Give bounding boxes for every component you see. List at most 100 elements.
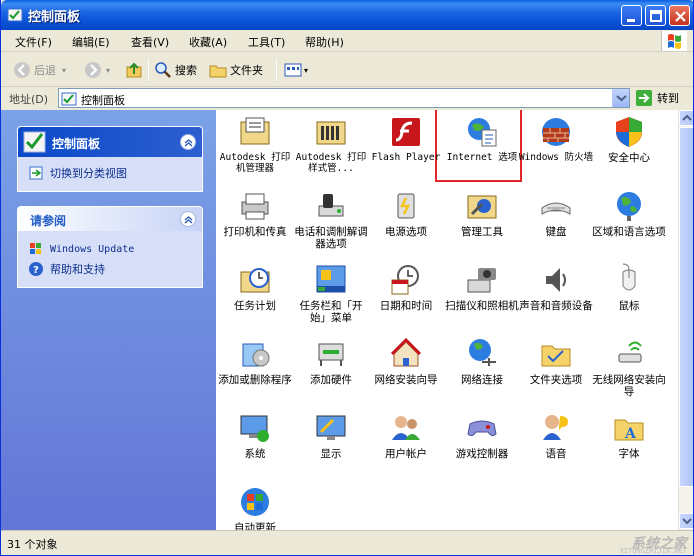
menu-help[interactable]: 帮助(H)	[305, 34, 344, 50]
control-panel-item[interactable]: Internet 选项	[444, 114, 520, 163]
control-panel-item[interactable]: Flash Player	[368, 114, 444, 163]
control-panel-item[interactable]: 任务计划	[217, 262, 293, 312]
see-also-title: 请参阅	[30, 214, 67, 228]
control-panel-panel: 控制面板 切换到分类视图	[17, 126, 203, 192]
up-folder-button[interactable]	[125, 59, 143, 81]
minimize-icon	[627, 19, 635, 22]
control-panel-item[interactable]: 电话和调制解调器选项	[293, 188, 369, 250]
control-panel-item[interactable]: 文件夹选项	[518, 336, 594, 386]
fonts-icon: A	[614, 419, 644, 442]
switch-to-category-view-link[interactable]: 切换到分类视图	[28, 163, 192, 183]
close-icon	[675, 11, 686, 22]
menu-view[interactable]: 查看(V)	[131, 34, 169, 50]
address-dropdown-button[interactable]	[612, 89, 629, 107]
maximize-button[interactable]	[645, 5, 666, 26]
control-panel-item[interactable]: 鼠标	[591, 262, 667, 312]
control-panel-item[interactable]: 语音	[518, 410, 594, 460]
item-label: 管理工具	[461, 226, 503, 238]
folders-button[interactable]: 文件夹	[209, 59, 263, 81]
forward-dropdown-icon: ▾	[106, 65, 111, 75]
item-label: 游戏控制器	[455, 448, 509, 460]
scroll-thumb[interactable]	[679, 127, 693, 487]
menu-file[interactable]: 文件(F)	[15, 34, 52, 50]
title-bar[interactable]: 控制面板	[1, 0, 693, 30]
vertical-scrollbar[interactable]	[678, 110, 693, 530]
control-panel-item[interactable]: Autodesk 打印样式管...	[293, 114, 369, 174]
control-panel-item[interactable]: 显示	[293, 410, 369, 460]
help-support-link[interactable]: ? 帮助和支持	[28, 259, 192, 279]
scroll-up-button[interactable]	[679, 110, 693, 126]
address-input[interactable]: 控制面板	[58, 88, 630, 108]
control-panel-item[interactable]: Windows 防火墙	[518, 114, 594, 163]
item-label: 键盘	[545, 226, 567, 238]
item-label: 添加或删除程序	[218, 374, 292, 386]
back-dropdown-icon: ▾	[62, 65, 67, 75]
security-shield-icon	[616, 117, 642, 147]
scanner-camera-icon	[467, 268, 496, 293]
maximize-icon	[650, 10, 662, 22]
see-also-body: Windows Update ? 帮助和支持	[18, 231, 202, 287]
back-button[interactable]: 后退 ▾	[13, 59, 66, 81]
menu-favorites[interactable]: 收藏(A)	[189, 34, 227, 50]
control-panel-panel-header[interactable]: 控制面板	[18, 127, 202, 157]
views-button[interactable]: ▾	[284, 59, 308, 81]
chevron-up-icon	[682, 114, 692, 121]
control-panel-window: 控制面板 文件(F) 编辑(E) 查看(V) 收藏(A) 工具(T) 帮助(H)	[0, 0, 694, 556]
item-label: Autodesk 打印样式管...	[295, 152, 367, 174]
forward-button[interactable]: ▾	[84, 59, 110, 81]
folder-icon	[209, 65, 227, 78]
item-label: 打印机和传真	[223, 226, 287, 238]
control-panel-item[interactable]: 自动更新	[217, 484, 293, 530]
item-label: 无线网络安装向导	[592, 374, 666, 398]
windows-update-link[interactable]: Windows Update	[28, 239, 192, 259]
item-label: 电源选项	[385, 226, 427, 238]
taskbar-icon	[316, 265, 346, 293]
item-label: Windows 防火墙	[518, 152, 594, 163]
control-panel-item[interactable]: 网络连接	[444, 336, 520, 386]
control-panel-item[interactable]: 网络安装向导	[368, 336, 444, 386]
control-panel-item[interactable]: 管理工具	[444, 188, 520, 238]
control-panel-item[interactable]: 区域和语言选项	[591, 188, 667, 238]
go-button[interactable]: 转到	[635, 88, 679, 108]
see-also-panel: 请参阅 Windows Update ? 帮助和支持	[17, 206, 203, 288]
collapse-button[interactable]	[180, 134, 196, 150]
mouse-icon	[622, 263, 636, 291]
windows-flag-icon	[30, 243, 41, 254]
control-panel-item[interactable]: 添加或删除程序	[217, 336, 293, 386]
control-panel-item[interactable]: Autodesk 打印机管理器	[217, 114, 293, 174]
keyboard-icon	[541, 202, 571, 215]
control-panel-item[interactable]: 安全中心	[591, 114, 667, 164]
item-label: 区域和语言选项	[592, 226, 666, 238]
menu-tools[interactable]: 工具(T)	[248, 34, 285, 50]
control-panel-item[interactable]: A 字体	[591, 410, 667, 460]
item-label: 电话和调制解调器选项	[294, 226, 368, 250]
views-icon	[284, 63, 302, 77]
control-panel-item[interactable]: 电源选项	[368, 188, 444, 238]
control-panel-item[interactable]: 系统	[217, 410, 293, 460]
go-arrow-icon	[636, 90, 652, 106]
control-panel-item[interactable]: 游戏控制器	[444, 410, 520, 460]
control-panel-item[interactable]: 键盘	[518, 188, 594, 238]
items-view: Autodesk 打印机管理器 Autodesk 打印样式管... Flash Pl…	[216, 110, 678, 530]
see-also-header[interactable]: 请参阅	[18, 207, 202, 231]
control-panel-item[interactable]: 添加硬件	[293, 336, 369, 386]
scroll-down-button[interactable]	[679, 513, 693, 529]
control-panel-item[interactable]: 日期和时间	[368, 262, 444, 312]
control-panel-item[interactable]: 无线网络安装向导	[591, 336, 667, 398]
close-button[interactable]	[669, 5, 690, 26]
chevron-up-icon	[184, 139, 193, 147]
address-value: 控制面板	[81, 94, 125, 107]
search-button[interactable]: 搜索	[154, 59, 197, 81]
control-panel-item[interactable]: 打印机和传真	[217, 188, 293, 238]
control-panel-item[interactable]: 声音和音频设备	[518, 262, 594, 312]
collapse-button[interactable]	[180, 211, 196, 227]
item-label: 日期和时间	[379, 300, 433, 312]
minimize-button[interactable]	[621, 5, 642, 26]
menu-edit[interactable]: 编辑(E)	[72, 34, 110, 50]
network-connections-icon	[469, 339, 496, 366]
admin-tools-icon	[467, 195, 497, 219]
control-panel-item[interactable]: 用户帐户	[368, 410, 444, 460]
back-arrow-icon	[14, 62, 30, 78]
control-panel-item[interactable]: 扫描仪和照相机	[444, 262, 520, 312]
control-panel-item[interactable]: 任务栏和「开始」菜单	[293, 262, 369, 324]
